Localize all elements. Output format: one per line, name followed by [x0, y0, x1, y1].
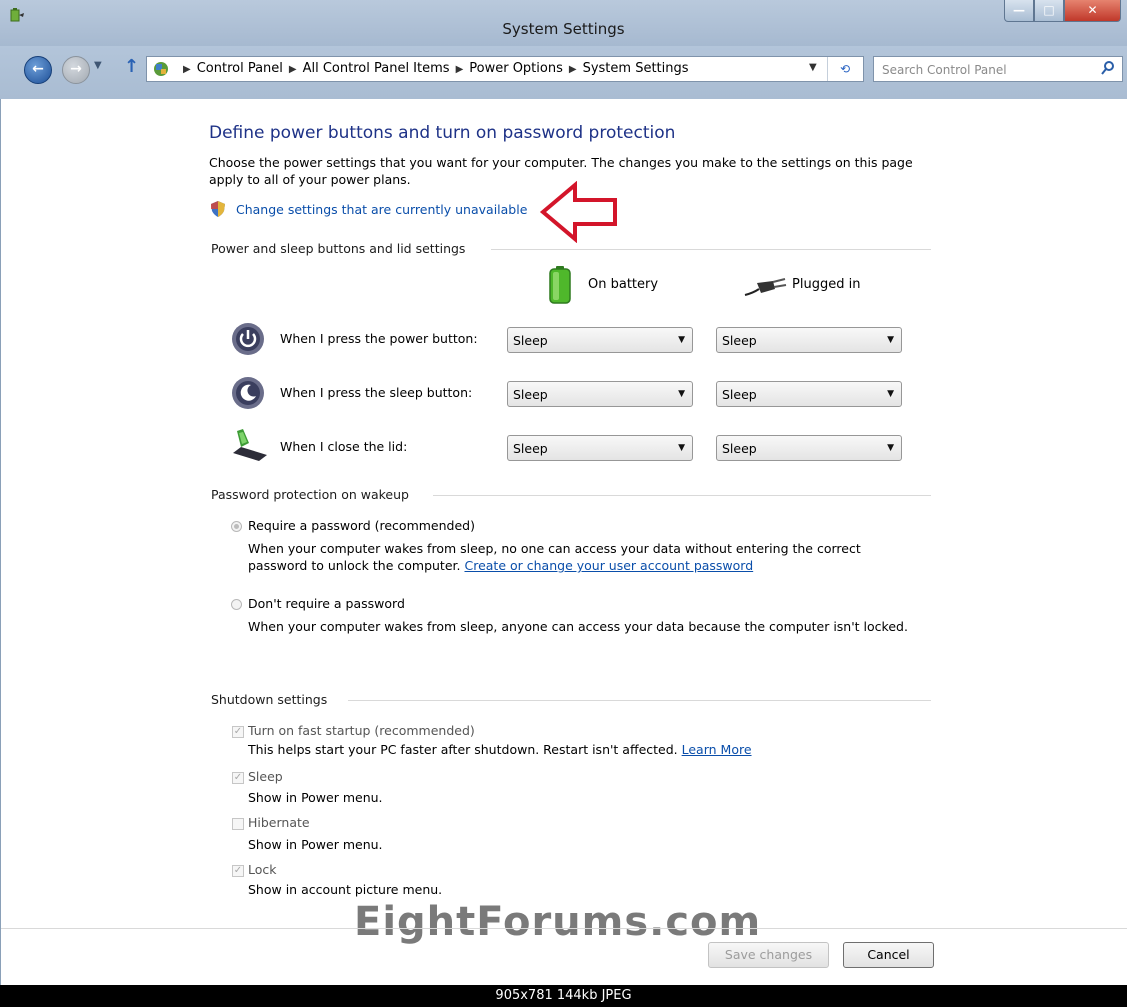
- close-lid-battery-select[interactable]: Sleep ▼: [507, 435, 693, 461]
- navigation-bar: ← → ▼ ↑ ▶ Control Panel ▶ All Control Panel…: [0, 46, 1127, 99]
- bottom-divider: [1, 928, 1127, 929]
- shutdown-section-heading: Shutdown settings: [211, 692, 328, 707]
- back-arrow-icon: ←: [32, 61, 44, 77]
- select-value: Sleep: [722, 387, 757, 402]
- no-password-description: When your computer wakes from sleep, any…: [248, 619, 908, 634]
- sleep-button-battery-select[interactable]: Sleep ▼: [507, 381, 693, 407]
- password-section-heading: Password protection on wakeup: [211, 487, 409, 502]
- learn-more-link[interactable]: Learn More: [682, 742, 752, 757]
- battery-icon: [549, 266, 571, 304]
- fast-startup-label[interactable]: Turn on fast startup (recommended): [248, 722, 475, 739]
- column-on-battery: On battery: [588, 277, 659, 292]
- section-divider: [491, 249, 931, 250]
- chevron-down-icon: ▼: [887, 389, 894, 399]
- address-dropdown-icon[interactable]: ▼: [809, 62, 817, 73]
- require-password-description: When your computer wakes from sleep, no …: [248, 540, 908, 574]
- no-password-label[interactable]: Don't require a password: [248, 595, 405, 612]
- select-value: Sleep: [513, 333, 548, 348]
- breadcrumb-all-items[interactable]: All Control Panel Items: [303, 61, 450, 76]
- recent-pages-dropdown-icon[interactable]: ▼: [94, 60, 102, 71]
- breadcrumb-chevron-icon[interactable]: ▶: [569, 64, 577, 75]
- breadcrumb-chevron-icon[interactable]: ▶: [456, 64, 464, 75]
- require-password-label[interactable]: Require a password (recommended): [248, 517, 475, 534]
- content-pane: Define power buttons and turn on passwor…: [0, 99, 1127, 985]
- maximize-button[interactable]: □: [1034, 0, 1064, 22]
- sleep-description: Show in Power menu.: [248, 790, 383, 805]
- fast-startup-text: This helps start your PC faster after sh…: [248, 742, 678, 757]
- close-icon: ✕: [1087, 3, 1098, 17]
- hibernate-checkbox[interactable]: [232, 818, 244, 830]
- breadcrumb-chevron-icon[interactable]: ▶: [289, 64, 297, 75]
- breadcrumb-system-settings[interactable]: System Settings: [583, 61, 689, 76]
- lock-label[interactable]: Lock: [248, 861, 277, 878]
- forward-button[interactable]: →: [62, 56, 90, 84]
- select-value: Sleep: [722, 441, 757, 456]
- row-label-sleep-button: When I press the sleep button:: [280, 385, 473, 400]
- power-section-heading: Power and sleep buttons and lid settings: [211, 241, 466, 256]
- breadcrumb: ▶ Control Panel ▶ All Control Panel Items ▶ P…: [177, 61, 689, 76]
- watermark-logo: EightForums.com: [354, 899, 762, 945]
- close-button[interactable]: ✕: [1064, 0, 1121, 22]
- select-value: Sleep: [722, 333, 757, 348]
- breadcrumb-power-options[interactable]: Power Options: [469, 61, 563, 76]
- save-changes-button[interactable]: Save changes: [708, 942, 829, 968]
- no-password-radio[interactable]: [231, 599, 242, 610]
- search-input[interactable]: [880, 60, 1084, 80]
- select-value: Sleep: [513, 441, 548, 456]
- search-box[interactable]: [873, 56, 1123, 82]
- address-bar[interactable]: ▶ Control Panel ▶ All Control Panel Items ▶ P…: [146, 56, 864, 82]
- minimize-button[interactable]: —: [1004, 0, 1034, 22]
- breadcrumb-chevron-icon: ▶: [183, 64, 191, 75]
- minimize-icon: —: [1013, 3, 1025, 17]
- breadcrumb-control-panel[interactable]: Control Panel: [197, 61, 283, 76]
- change-password-link[interactable]: Create or change your user account passw…: [464, 558, 753, 573]
- chevron-down-icon: ▼: [678, 443, 685, 453]
- fast-startup-checkbox[interactable]: ✓: [232, 726, 244, 738]
- row-label-power-button: When I press the power button:: [280, 331, 478, 346]
- require-password-radio[interactable]: [231, 521, 242, 532]
- image-info-bar: 905x781 144kb JPEG: [0, 985, 1127, 1004]
- section-divider: [348, 700, 931, 701]
- sleep-button-icon: [232, 377, 264, 409]
- control-panel-window: System Settings — □ ✕ ← → ▼ ↑ ▶ Control P…: [0, 0, 1127, 985]
- refresh-icon[interactable]: ⟲: [827, 57, 862, 81]
- title-bar[interactable]: System Settings — □ ✕: [0, 0, 1127, 46]
- lock-description: Show in account picture menu.: [248, 882, 443, 897]
- sleep-label[interactable]: Sleep: [248, 768, 283, 785]
- hibernate-description: Show in Power menu.: [248, 837, 383, 852]
- select-value: Sleep: [513, 387, 548, 402]
- hibernate-label[interactable]: Hibernate: [248, 814, 310, 831]
- annotation-arrow-icon: [539, 181, 617, 243]
- section-divider: [433, 495, 931, 496]
- up-arrow-icon[interactable]: ↑: [124, 56, 139, 77]
- power-button-icon: [232, 323, 264, 355]
- window-title: System Settings: [502, 20, 625, 38]
- power-button-battery-select[interactable]: Sleep ▼: [507, 327, 693, 353]
- row-label-close-lid: When I close the lid:: [280, 439, 408, 454]
- sleep-button-plugged-select[interactable]: Sleep ▼: [716, 381, 902, 407]
- chevron-down-icon: ▼: [887, 443, 894, 453]
- chevron-down-icon: ▼: [887, 335, 894, 345]
- cancel-button[interactable]: Cancel: [843, 942, 934, 968]
- lock-checkbox[interactable]: ✓: [232, 865, 244, 877]
- column-plugged-in: Plugged in: [792, 277, 861, 292]
- uac-shield-icon: [211, 201, 225, 217]
- maximize-icon: □: [1043, 3, 1055, 17]
- sleep-checkbox[interactable]: ✓: [232, 772, 244, 784]
- chevron-down-icon: ▼: [678, 335, 685, 345]
- fast-startup-description: This helps start your PC faster after sh…: [248, 741, 752, 758]
- close-lid-plugged-select[interactable]: Sleep ▼: [716, 435, 902, 461]
- chevron-down-icon: ▼: [678, 389, 685, 399]
- search-icon[interactable]: [1100, 60, 1116, 76]
- page-title: Define power buttons and turn on passwor…: [209, 123, 676, 143]
- power-plug-icon: [744, 278, 787, 296]
- laptop-lid-icon: [233, 429, 267, 461]
- back-button[interactable]: ←: [24, 56, 52, 84]
- change-settings-link[interactable]: Change settings that are currently unava…: [236, 202, 527, 217]
- control-panel-icon: [154, 62, 168, 76]
- forward-arrow-icon: →: [70, 61, 82, 77]
- power-button-plugged-select[interactable]: Sleep ▼: [716, 327, 902, 353]
